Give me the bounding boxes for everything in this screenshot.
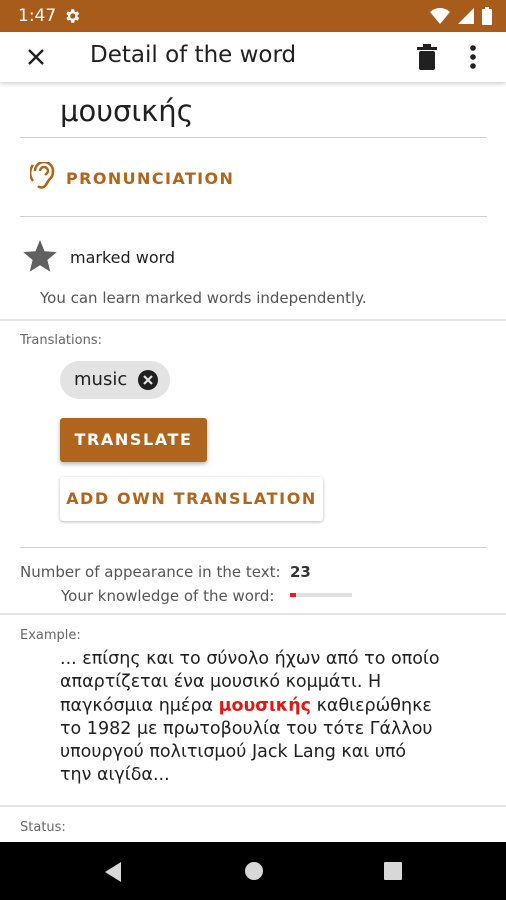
wifi-icon (430, 8, 450, 29)
knowledge-progress-bar (290, 593, 352, 597)
star-icon[interactable] (22, 240, 58, 279)
status-bar: 1:47 (0, 0, 506, 32)
marked-word-label: marked word (70, 248, 176, 267)
settings-gear-icon (63, 7, 81, 30)
add-own-translation-button[interactable]: ADD OWN TRANSLATION (60, 477, 323, 521)
home-icon[interactable] (244, 861, 264, 886)
battery-icon (482, 7, 492, 30)
example-highlighted-word: μουσικής (218, 695, 312, 716)
knowledge-progress-fill (290, 593, 297, 597)
section-divider (0, 319, 506, 321)
divider (20, 547, 487, 548)
status-label: Status: (20, 820, 66, 835)
appearance-count-label: Number of appearance in the text: (20, 563, 281, 581)
section-divider (0, 805, 506, 807)
pronunciation-label: PRONUNCIATION (66, 169, 235, 188)
section-divider (0, 613, 506, 615)
recents-icon[interactable] (384, 862, 402, 885)
app-bar: Detail of the word (0, 32, 506, 82)
translations-label: Translations: (20, 333, 102, 348)
page-title: Detail of the word (90, 42, 297, 68)
back-icon[interactable] (103, 861, 123, 888)
word-heading: μουσικής (60, 94, 194, 128)
status-time: 1:47 (18, 6, 57, 26)
example-label: Example: (20, 628, 81, 643)
cell-signal-icon (458, 8, 474, 29)
translate-button[interactable]: TRANSLATE (60, 418, 207, 462)
example-text: ... επίσης και το σύνολο ήχων από το οπο… (60, 648, 440, 788)
hearing-icon (29, 160, 56, 195)
remove-translation-icon[interactable] (138, 370, 158, 395)
marked-word-info: You can learn marked words independently… (40, 289, 367, 307)
translation-chip[interactable]: music (60, 361, 170, 399)
knowledge-label: Your knowledge of the word: (61, 587, 275, 605)
more-vert-icon[interactable] (469, 44, 477, 75)
translation-chip-text: music (74, 369, 128, 390)
divider (20, 216, 487, 217)
navigation-bar (0, 842, 506, 900)
pronunciation-button[interactable]: PRONUNCIATION (29, 160, 235, 195)
divider (20, 137, 487, 138)
appearance-count-value: 23 (290, 563, 311, 581)
word-detail-content[interactable]: μουσικής PRONUNCIATION marked word You c… (0, 82, 506, 842)
delete-icon[interactable] (416, 44, 438, 75)
close-icon[interactable] (24, 45, 48, 69)
